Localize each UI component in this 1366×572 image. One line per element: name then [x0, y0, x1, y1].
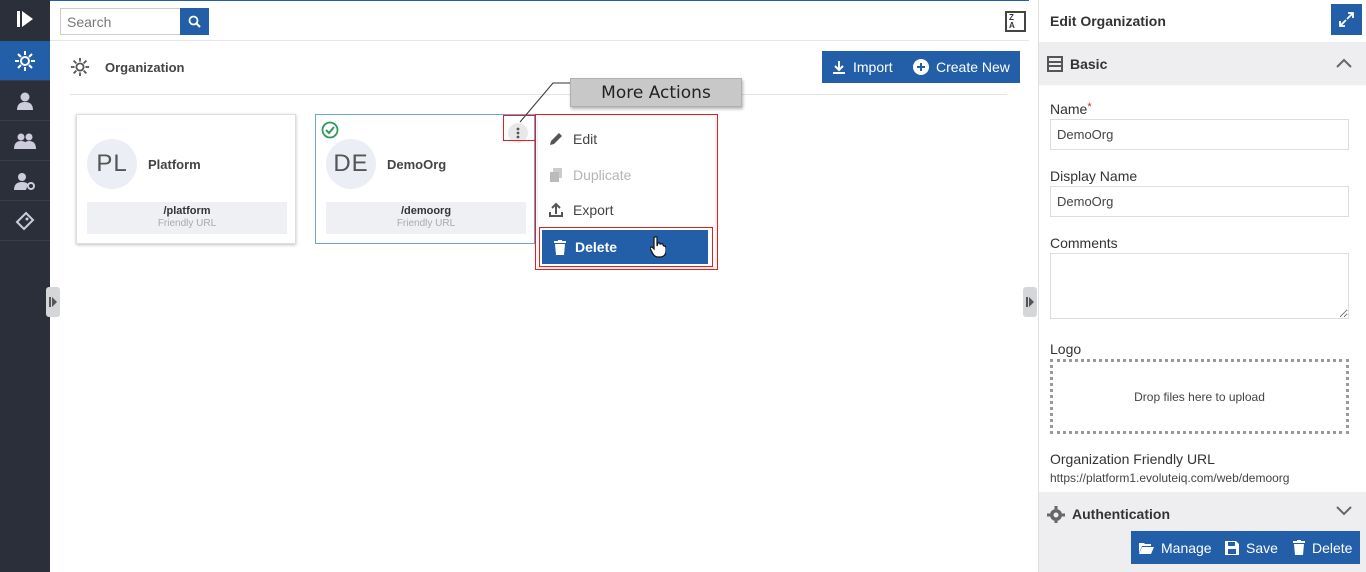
friendly-url-box: /demoorg Friendly URL [326, 202, 526, 234]
expand-icon [1339, 12, 1354, 27]
search-input[interactable] [60, 8, 181, 35]
chevron-down-icon [1336, 506, 1352, 516]
edit-organization-panel: Edit Organization Basic Name* Display Na… [1038, 0, 1366, 572]
nav-tag-icon[interactable] [0, 201, 50, 241]
collapse-left-panel-button[interactable] [46, 287, 60, 317]
nav-groups-icon[interactable] [0, 121, 50, 161]
comments-textarea[interactable] [1050, 253, 1349, 319]
friendly-url-label: Friendly URL [157, 218, 217, 229]
page-title: Organization [105, 60, 185, 75]
more-actions-tooltip: More Actions [570, 78, 742, 107]
trash-icon [1293, 540, 1305, 555]
chevron-right-icon [1026, 297, 1034, 307]
section-basic-header[interactable]: Basic [1039, 42, 1366, 85]
org-card-platform[interactable]: PL Platform /platform Friendly URL [76, 114, 296, 244]
menu-item-edit[interactable]: Edit [548, 128, 597, 150]
copy-icon [550, 168, 562, 182]
org-card-demoorg[interactable]: DE DemoOrg /demoorg Friendly URL [315, 114, 535, 244]
gear-icon [1047, 506, 1065, 524]
download-icon [833, 61, 845, 74]
search-icon [188, 15, 201, 28]
panel-footer: Manage Save Delete [1039, 523, 1366, 572]
friendly-url-label: Organization Friendly URL [1050, 451, 1215, 467]
manage-button[interactable]: Manage [1131, 531, 1220, 564]
delete-button[interactable]: Delete [1285, 531, 1361, 564]
menu-item-delete[interactable]: Delete [542, 230, 708, 264]
kebab-menu-icon [516, 127, 520, 139]
logo-label: Logo [1050, 341, 1082, 357]
org-name: DemoOrg [387, 157, 447, 172]
collapse-right-panel-button[interactable] [1023, 287, 1037, 317]
menu-item-export[interactable]: Export [548, 199, 613, 221]
org-url: /platform [163, 205, 211, 217]
menu-item-duplicate[interactable]: Duplicate [548, 164, 631, 186]
display-name-label: Display Name [1050, 168, 1138, 184]
form-icon [1047, 55, 1063, 72]
name-input[interactable] [1050, 119, 1349, 150]
pencil-icon [550, 133, 562, 145]
sort-za-button[interactable]: ZA [1005, 11, 1026, 32]
search-button[interactable] [180, 8, 209, 35]
display-name-input[interactable] [1050, 186, 1349, 217]
friendly-url-label: Friendly URL [396, 218, 456, 229]
avatar: PL [87, 139, 137, 189]
top-bar: ZA [50, 0, 1029, 41]
friendly-url-box: /platform Friendly URL [87, 202, 287, 234]
org-name: Platform [148, 157, 201, 172]
friendly-url-value: https://platform1.evoluteiq.com/web/demo… [1050, 471, 1290, 485]
chevron-right-icon [49, 297, 57, 307]
panel-title: Edit Organization [1050, 13, 1166, 29]
selected-check-icon [321, 121, 339, 139]
folder-open-icon [1139, 542, 1154, 554]
export-icon [549, 202, 563, 217]
save-icon [1225, 540, 1239, 555]
nav-user-settings-icon[interactable] [0, 161, 50, 201]
comments-label: Comments [1050, 235, 1118, 251]
import-button[interactable]: Import [822, 51, 903, 83]
section-authentication-header[interactable]: Authentication [1039, 492, 1366, 524]
trash-icon [554, 239, 566, 255]
logo-dropzone[interactable]: Drop files here to upload [1050, 359, 1349, 434]
organization-icon [70, 57, 90, 80]
app-logo-icon[interactable] [0, 0, 50, 38]
hand-cursor-icon [650, 236, 666, 258]
nav-organization-icon[interactable] [0, 41, 50, 81]
save-button[interactable]: Save [1217, 531, 1286, 564]
expand-panel-button[interactable] [1331, 4, 1362, 35]
name-label: Name* [1050, 101, 1092, 117]
avatar: DE [326, 139, 376, 189]
sort-za-icon: ZA [1009, 13, 1015, 30]
org-url: /demoorg [400, 205, 452, 217]
nav-user-icon[interactable] [0, 81, 50, 121]
create-new-button[interactable]: Create New [903, 51, 1020, 83]
chevron-up-icon [1336, 58, 1352, 68]
plus-circle-icon [913, 59, 929, 75]
left-nav-rail [0, 0, 50, 572]
more-actions-button[interactable] [508, 123, 528, 143]
